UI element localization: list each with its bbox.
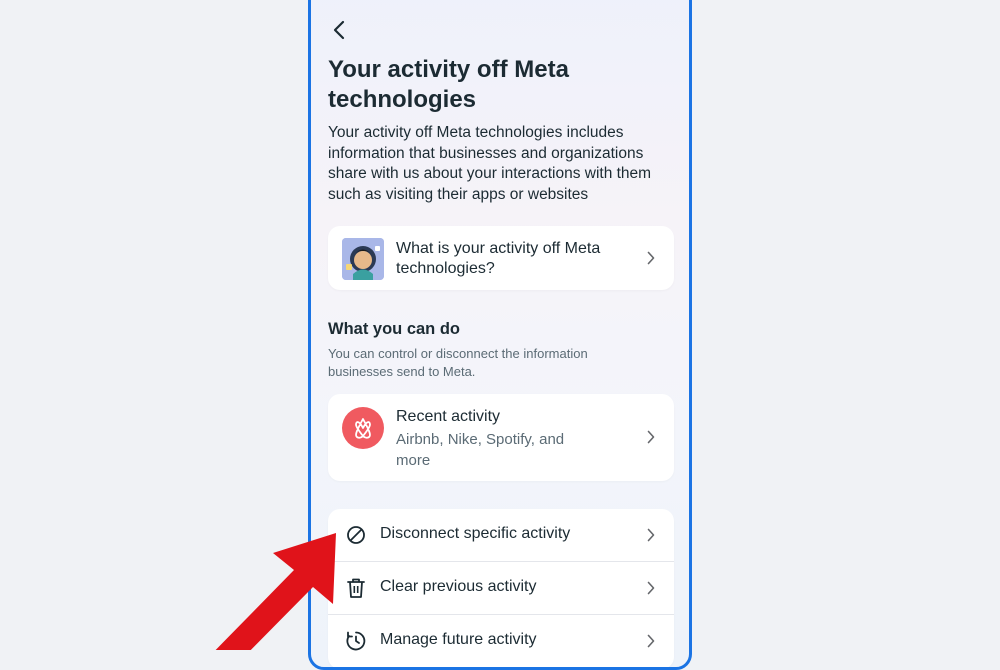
chevron-right-icon <box>646 527 656 543</box>
block-icon <box>344 523 368 547</box>
chevron-right-icon <box>646 580 656 596</box>
recent-activity-card[interactable]: Recent activity Airbnb, Nike, Spotify, a… <box>328 394 674 481</box>
page-title: Your activity off Meta technologies <box>328 56 569 113</box>
illustration-thumbnail <box>342 238 384 280</box>
what-is-activity-label: What is your activity off Meta technolog… <box>396 240 601 277</box>
recent-activity-title: Recent activity <box>396 408 501 425</box>
chevron-right-icon <box>646 250 656 266</box>
what-is-activity-card[interactable]: What is your activity off Meta technolog… <box>328 226 674 290</box>
trash-icon <box>344 576 368 600</box>
history-clock-icon <box>344 629 368 653</box>
actions-card: Disconnect specific activity Clear previ… <box>328 509 674 667</box>
action-label: Clear previous activity <box>380 578 537 595</box>
disconnect-specific-activity-row[interactable]: Disconnect specific activity <box>328 509 674 561</box>
page-description: Your activity off Meta technologies incl… <box>328 124 652 203</box>
phone-screen: Your activity off Meta technologies Your… <box>308 0 692 670</box>
recent-activity-subtitle: Airbnb, Nike, Spotify, and more <box>396 431 565 469</box>
manage-future-activity-row[interactable]: Manage future activity <box>328 615 674 667</box>
chevron-right-icon <box>646 633 656 649</box>
action-label: Manage future activity <box>380 631 537 648</box>
back-button[interactable] <box>328 17 350 43</box>
chevron-right-icon <box>646 429 656 445</box>
clear-previous-activity-row[interactable]: Clear previous activity <box>328 562 674 614</box>
section-subtitle: You can control or disconnect the inform… <box>328 346 588 379</box>
section-title: What you can do <box>328 320 460 338</box>
chevron-left-icon <box>333 20 345 40</box>
airbnb-logo-icon <box>342 407 384 449</box>
action-label: Disconnect specific activity <box>380 525 571 542</box>
